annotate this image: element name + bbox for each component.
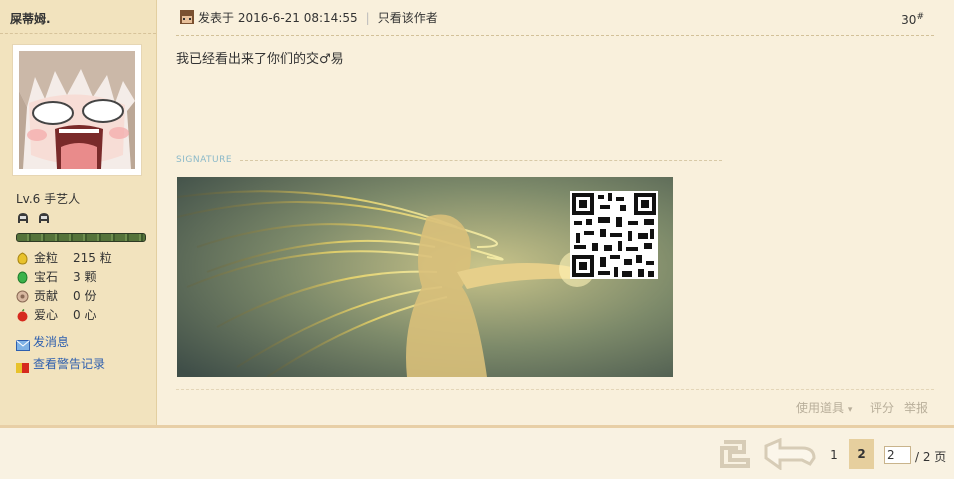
post-header: 发表于 2016-6-21 08:14:55 | 只看该作者 bbox=[180, 9, 438, 27]
page-total: / 2 页 bbox=[915, 450, 947, 464]
stat-love: 爱心 0 心 bbox=[16, 306, 151, 325]
chevron-down-icon: ▾ bbox=[847, 405, 853, 415]
signature-label: SIGNATURE bbox=[176, 155, 233, 165]
send-message-link[interactable]: 发消息 bbox=[16, 331, 105, 353]
gem-icon bbox=[16, 271, 29, 284]
user-online-icon bbox=[180, 10, 194, 24]
avatar[interactable] bbox=[12, 44, 142, 176]
stat-contribution: 贡献 0 份 bbox=[16, 287, 151, 306]
post-timestamp: 发表于 2016-6-21 08:14:55 bbox=[198, 11, 358, 25]
stat-gold: 金粒 215 粒 bbox=[16, 249, 151, 268]
contribution-icon bbox=[16, 290, 29, 303]
current-page: 2 bbox=[849, 439, 874, 469]
gold-bean-icon bbox=[16, 252, 29, 265]
stat-gem: 宝石 3 颗 bbox=[16, 268, 151, 287]
medal-list bbox=[16, 211, 54, 228]
view-warnings-link[interactable]: 查看警告记录 bbox=[16, 353, 105, 375]
avatar-image bbox=[19, 51, 135, 169]
message-icon bbox=[16, 336, 30, 351]
username-link[interactable]: 屎蒂姆. bbox=[10, 10, 51, 27]
user-stats: 金粒 215 粒 宝石 3 颗 贡献 0 份 爱心 0 心 bbox=[16, 249, 151, 325]
floor-number-link[interactable]: 30# bbox=[901, 12, 924, 27]
love-icon bbox=[16, 308, 29, 322]
medal-icon[interactable] bbox=[37, 211, 51, 225]
post-body: 我已经看出来了你们的交♂易 bbox=[176, 52, 344, 67]
report-button[interactable]: 举报 bbox=[904, 399, 928, 416]
medal-icon[interactable] bbox=[16, 211, 30, 225]
header-separator: | bbox=[365, 11, 370, 25]
only-author-link[interactable]: 只看该作者 bbox=[378, 11, 438, 25]
signature-image[interactable] bbox=[177, 177, 673, 377]
back-arrow-icon[interactable] bbox=[762, 437, 818, 473]
use-item-button[interactable]: 使用道具 ▾ bbox=[796, 399, 852, 416]
warning-record-icon bbox=[16, 358, 30, 373]
page-link-1[interactable]: 1 bbox=[826, 440, 842, 470]
signature-divider bbox=[240, 160, 722, 161]
post-footer-divider bbox=[176, 389, 934, 390]
user-level: Lv.6 手艺人 bbox=[16, 192, 81, 206]
sidebar-divider bbox=[0, 33, 156, 34]
page-number-input[interactable] bbox=[884, 446, 911, 464]
level-progress-bar bbox=[16, 233, 146, 242]
reply-icon[interactable] bbox=[718, 438, 754, 473]
user-links: 发消息 查看警告记录 bbox=[16, 331, 105, 375]
user-sidebar: 屎蒂姆. Lv.6 手艺人 金粒 215 粒 宝石 3 颗 贡献 0 份 爱心 … bbox=[0, 0, 157, 425]
header-divider bbox=[176, 35, 934, 36]
rate-button[interactable]: 评分 bbox=[870, 399, 894, 416]
